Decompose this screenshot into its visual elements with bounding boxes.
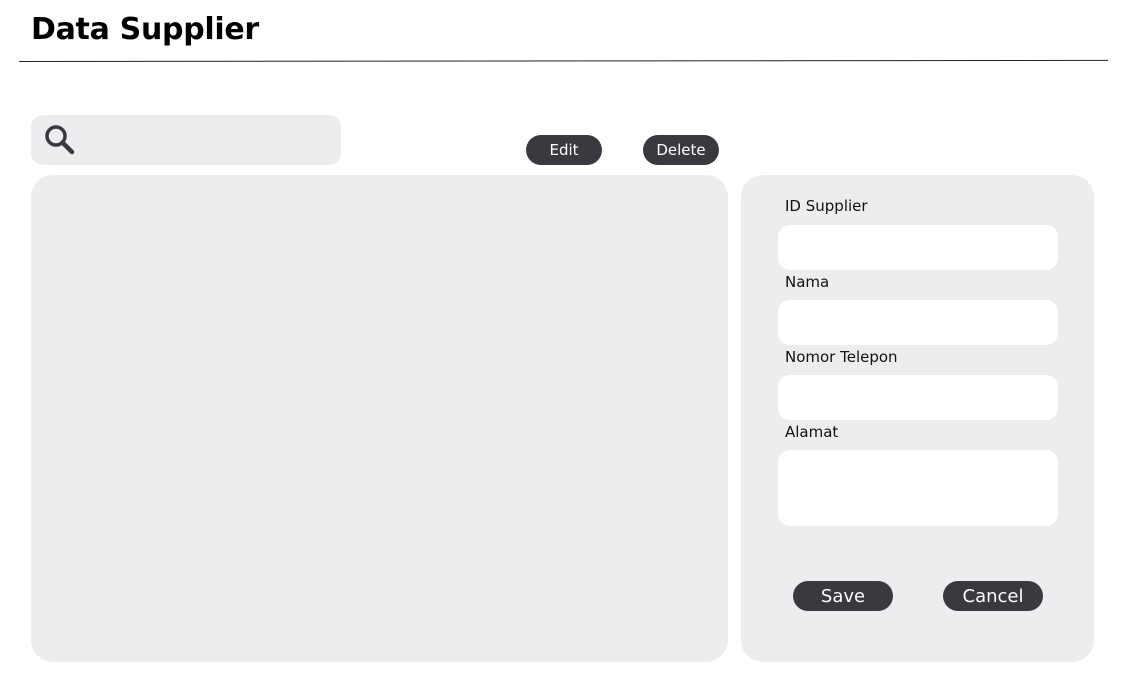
delete-button[interactable]: Delete [643, 135, 719, 165]
nama-field[interactable] [778, 300, 1058, 345]
supplier-list-panel[interactable] [31, 175, 728, 662]
search-icon[interactable] [43, 123, 77, 157]
save-button[interactable]: Save [793, 581, 893, 611]
id-supplier-label: ID Supplier [785, 197, 868, 215]
search-input[interactable] [81, 123, 335, 159]
page-title: Data Supplier [31, 12, 259, 47]
nama-label: Nama [785, 273, 830, 291]
edit-button[interactable]: Edit [526, 135, 602, 165]
id-supplier-field[interactable] [778, 225, 1058, 270]
nomor-telepon-field[interactable] [778, 375, 1058, 420]
title-divider [18, 59, 1108, 62]
alamat-label: Alamat [785, 423, 839, 441]
alamat-field[interactable] [778, 450, 1058, 526]
cancel-button[interactable]: Cancel [943, 581, 1043, 611]
supplier-form-panel: ID Supplier Nama Nomor Telepon Alamat Sa… [741, 175, 1094, 662]
search-box[interactable] [31, 115, 341, 165]
nomor-telepon-label: Nomor Telepon [785, 348, 898, 366]
